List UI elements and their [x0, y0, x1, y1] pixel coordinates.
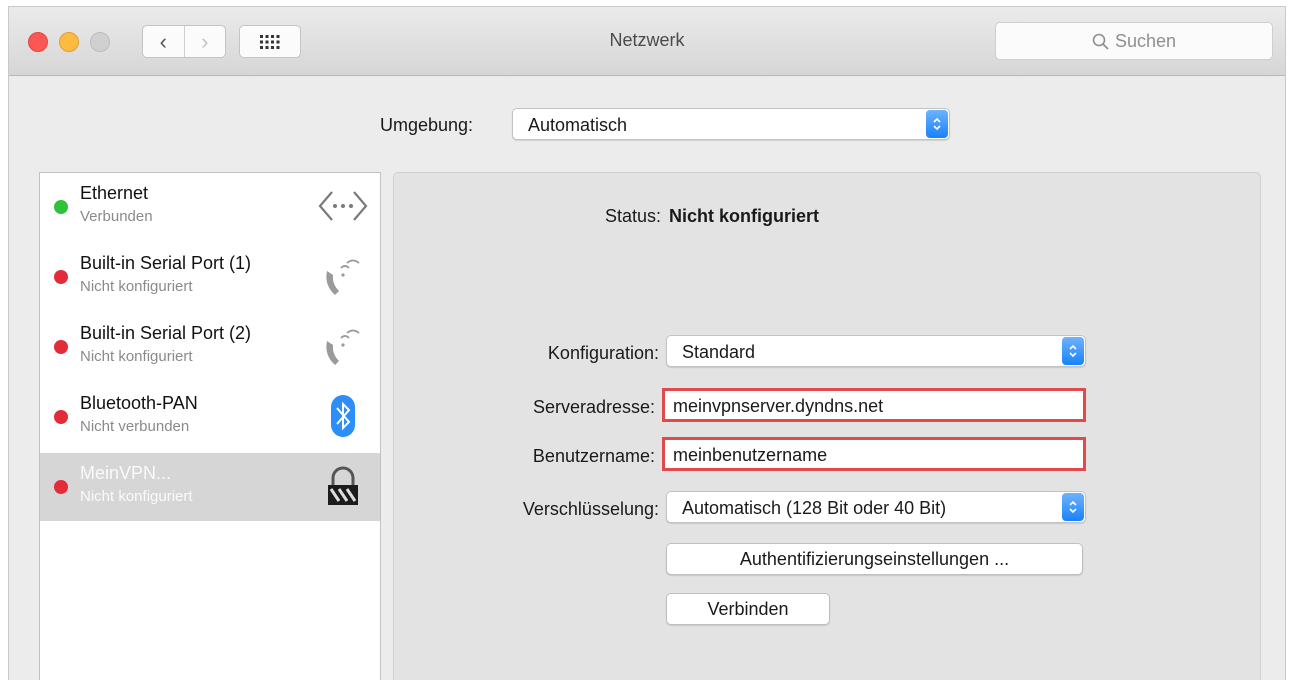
network-preferences-window: ‹ › Netzwerk Suchen Umgebung: Automatisc… [8, 6, 1286, 680]
phone-icon [326, 329, 360, 365]
service-item-serial-port-1[interactable]: Built-in Serial Port (1) Nicht konfiguri… [40, 243, 380, 311]
service-item-meinvpn[interactable]: MeinVPN... Nicht konfiguriert [40, 453, 380, 521]
username-field[interactable]: meinbenutzername [662, 437, 1086, 471]
status-dot [54, 480, 68, 494]
configuration-value: Standard [682, 342, 756, 362]
search-placeholder: Suchen [1114, 30, 1177, 51]
server-address-label: Serveradresse: [532, 397, 655, 417]
status-dot [54, 270, 68, 284]
service-item-bluetooth-pan[interactable]: Bluetooth-PAN Nicht verbunden [40, 383, 380, 451]
service-status: Nicht verbunden [80, 418, 190, 435]
status-dot [54, 410, 68, 424]
search-field[interactable]: Suchen [995, 22, 1273, 60]
service-status: Nicht konfiguriert [80, 488, 193, 505]
server-address-field[interactable]: meinvpnserver.dyndns.net [662, 388, 1086, 422]
service-item-ethernet[interactable]: Ethernet Verbunden [40, 173, 380, 241]
phone-icon [326, 259, 360, 295]
server-address-value: meinvpnserver.dyndns.net [673, 396, 884, 416]
service-status: Nicht konfiguriert [80, 348, 193, 365]
ethernet-icon [318, 191, 368, 221]
service-name: Ethernet [80, 183, 149, 203]
popup-stepper-icon [1062, 337, 1084, 365]
search-icon [1092, 33, 1109, 50]
bluetooth-icon [331, 395, 355, 437]
popup-stepper-icon [1062, 493, 1084, 521]
service-item-serial-port-2[interactable]: Built-in Serial Port (2) Nicht konfiguri… [40, 313, 380, 381]
location-popup[interactable]: Automatisch [512, 108, 950, 140]
service-name: Built-in Serial Port (2) [80, 323, 252, 343]
username-value: meinbenutzername [673, 445, 828, 465]
status-value: Nicht konfiguriert [669, 206, 820, 226]
service-name: Bluetooth-PAN [80, 393, 198, 413]
service-name: Built-in Serial Port (1) [80, 253, 252, 273]
configuration-popup[interactable]: Standard [666, 335, 1086, 367]
title-bar: ‹ › Netzwerk Suchen [9, 7, 1285, 76]
status-label: Status: [604, 206, 661, 226]
authentication-settings-button[interactable]: Authentifizierungseinstellungen ... [666, 543, 1083, 575]
encryption-value: Automatisch (128 Bit oder 40 Bit) [682, 498, 947, 518]
location-label: Umgebung: [380, 115, 474, 135]
location-value: Automatisch [528, 115, 628, 135]
username-label: Benutzername: [532, 446, 655, 466]
encryption-popup[interactable]: Automatisch (128 Bit oder 40 Bit) [666, 491, 1086, 523]
popup-stepper-icon [926, 110, 948, 138]
encryption-label: Verschlüsselung: [522, 499, 659, 519]
configuration-label: Konfiguration: [547, 343, 659, 363]
service-status: Verbunden [80, 208, 153, 225]
status-dot [54, 200, 68, 214]
vpn-lock-icon [328, 466, 358, 505]
connect-button[interactable]: Verbinden [666, 593, 830, 625]
service-status: Nicht konfiguriert [80, 278, 193, 295]
network-service-list: Ethernet Verbunden Built-in Serial Port … [39, 172, 381, 680]
status-dot [54, 340, 68, 354]
service-name: MeinVPN... [80, 463, 172, 483]
